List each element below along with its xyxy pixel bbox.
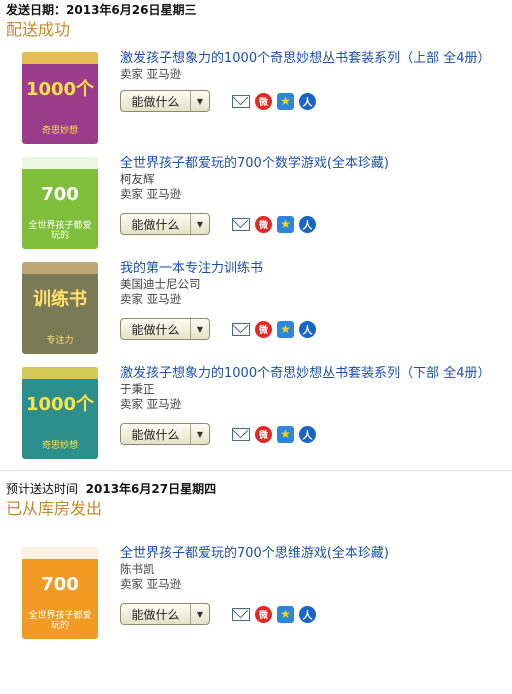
- weibo-icon[interactable]: 微: [255, 320, 272, 338]
- cover-band: [22, 262, 98, 274]
- item-author: 于秉正: [120, 382, 155, 396]
- item-seller: 卖家 亚马逊: [120, 292, 182, 306]
- item-actions: 能做什么 ▼ 微 ★ 人: [120, 318, 321, 340]
- cover-subtitle: 专注力: [46, 336, 74, 346]
- shipping-status: 已从库房发出: [6, 499, 103, 518]
- order-item: 700 全世界孩子都爱玩的 全世界孩子都爱玩的700个数学游戏(全本珍藏) 柯友辉 卖家…: [0, 151, 512, 256]
- renren-icon[interactable]: 人: [299, 92, 316, 110]
- item-author: 陈书凯: [120, 562, 155, 576]
- button-label: 能做什么: [131, 94, 180, 109]
- weibo-icon[interactable]: 微: [255, 605, 272, 623]
- item-info: 全世界孩子都爱玩的700个思维游戏(全本珍藏) 陈书凯 卖家 亚马逊: [120, 545, 508, 592]
- button-label: 能做什么: [131, 217, 180, 232]
- cover-band: [22, 52, 98, 64]
- item-info: 激发孩子想象力的1000个奇思妙想丛书套装系列（上部 全4册） 卖家 亚马逊: [120, 50, 508, 82]
- qzone-icon[interactable]: ★: [277, 215, 294, 233]
- book-cover-image[interactable]: 700 全世界孩子都爱玩的: [22, 157, 98, 249]
- mail-icon[interactable]: [232, 94, 250, 108]
- item-title-link[interactable]: 全世界孩子都爱玩的700个思维游戏(全本珍藏): [120, 545, 508, 562]
- chevron-down-icon: ▼: [196, 96, 204, 106]
- cover-band: [22, 367, 98, 379]
- order-item: 1000个 奇思妙想 激发孩子想象力的1000个奇思妙想丛书套装系列（下部 全4册）…: [0, 361, 512, 466]
- mail-icon[interactable]: [232, 217, 250, 231]
- chevron-down-icon: ▼: [196, 609, 204, 619]
- cover-subtitle: 全世界孩子都爱玩的: [28, 611, 92, 631]
- order-item: 700 全世界孩子都爱玩的 全世界孩子都爱玩的700个思维游戏(全本珍藏) 陈书凯 卖家…: [0, 541, 512, 646]
- cover-subtitle: 奇思妙想: [41, 126, 78, 136]
- cover-title: 1000个: [25, 79, 95, 100]
- cover-title: 训练书: [33, 289, 87, 310]
- renren-icon[interactable]: 人: [299, 605, 316, 623]
- order-item: 1000个 奇思妙想 激发孩子想象力的1000个奇思妙想丛书套装系列（上部 全4册）…: [0, 46, 512, 151]
- order-items-shipped: 700 全世界孩子都爱玩的 全世界孩子都爱玩的700个思维游戏(全本珍藏) 陈书凯 卖家…: [0, 541, 512, 646]
- weibo-icon[interactable]: 微: [255, 92, 272, 110]
- item-seller: 卖家 亚马逊: [120, 187, 182, 201]
- item-title-link[interactable]: 全世界孩子都爱玩的700个数学游戏(全本珍藏): [120, 155, 508, 172]
- what-can-i-do-dropdown-button[interactable]: 能做什么 ▼: [120, 603, 210, 625]
- mail-icon[interactable]: [232, 427, 250, 441]
- item-title-link[interactable]: 激发孩子想象力的1000个奇思妙想丛书套装系列（上部 全4册）: [120, 50, 508, 67]
- book-cover-image[interactable]: 1000个奇思妙想: [22, 52, 98, 144]
- cover-subtitle: 奇思妙想: [41, 441, 78, 451]
- renren-icon[interactable]: 人: [299, 425, 316, 443]
- share-icons: 微 ★ 人: [232, 92, 321, 110]
- button-label: 能做什么: [131, 322, 180, 337]
- delivery-status: 配送成功: [6, 20, 71, 39]
- cover-subtitle: 全世界孩子都爱玩的: [28, 221, 92, 241]
- item-info: 激发孩子想象力的1000个奇思妙想丛书套装系列（下部 全4册） 于秉正 卖家 亚马逊: [120, 365, 508, 412]
- item-actions: 能做什么 ▼ 微 ★ 人: [120, 213, 321, 235]
- chevron-down-icon: ▼: [196, 324, 204, 334]
- book-cover-image[interactable]: 1000个奇思妙想: [22, 367, 98, 459]
- share-icons: 微 ★ 人: [232, 425, 321, 443]
- button-label: 能做什么: [131, 427, 180, 442]
- share-icons: 微 ★ 人: [232, 605, 321, 623]
- what-can-i-do-dropdown-button[interactable]: 能做什么 ▼: [120, 318, 210, 340]
- chevron-down-icon: ▼: [196, 219, 204, 229]
- delivery-date: 发送日期：2013年6月26日星期三: [6, 3, 197, 17]
- item-author: 柯友辉: [120, 172, 155, 186]
- what-can-i-do-dropdown-button[interactable]: 能做什么 ▼: [120, 213, 210, 235]
- order-items-delivered: 1000个 奇思妙想 激发孩子想象力的1000个奇思妙想丛书套装系列（上部 全4册）…: [0, 46, 512, 466]
- mail-icon[interactable]: [232, 322, 250, 336]
- qzone-icon[interactable]: ★: [277, 320, 294, 338]
- cover-band: [22, 157, 98, 169]
- book-cover-image[interactable]: 训练书 专注力: [22, 262, 98, 354]
- qzone-icon[interactable]: ★: [277, 425, 294, 443]
- book-cover-image[interactable]: 700 全世界孩子都爱玩的: [22, 547, 98, 639]
- share-icons: 微 ★ 人: [232, 215, 321, 233]
- share-icons: 微 ★ 人: [232, 320, 321, 338]
- item-actions: 能做什么 ▼ 微 ★ 人: [120, 603, 321, 625]
- qzone-icon[interactable]: ★: [277, 92, 294, 110]
- expected-date: 预计送达时间 2013年6月27日星期四: [6, 482, 217, 496]
- weibo-icon[interactable]: 微: [255, 215, 272, 233]
- item-author: 美国迪士尼公司: [120, 277, 201, 291]
- item-title-link[interactable]: 我的第一本专注力训练书: [120, 260, 508, 277]
- section-header-delivered: 发送日期：2013年6月26日星期三 配送成功: [0, 0, 512, 40]
- weibo-icon[interactable]: 微: [255, 425, 272, 443]
- cover-title: 700: [41, 184, 79, 205]
- renren-icon[interactable]: 人: [299, 320, 316, 338]
- qzone-icon[interactable]: ★: [277, 605, 294, 623]
- what-can-i-do-dropdown-button[interactable]: 能做什么 ▼: [120, 423, 210, 445]
- item-info: 全世界孩子都爱玩的700个数学游戏(全本珍藏) 柯友辉 卖家 亚马逊: [120, 155, 508, 202]
- section-divider: [0, 470, 512, 471]
- renren-icon[interactable]: 人: [299, 215, 316, 233]
- cover-title: 700: [41, 574, 79, 595]
- mail-icon[interactable]: [232, 607, 250, 621]
- section-header-shipped: 预计送达时间 2013年6月27日星期四 已从库房发出: [0, 479, 512, 519]
- cover-title: 1000个: [25, 394, 95, 415]
- item-title-link[interactable]: 激发孩子想象力的1000个奇思妙想丛书套装系列（下部 全4册）: [120, 365, 508, 382]
- chevron-down-icon: ▼: [196, 429, 204, 439]
- item-seller: 卖家 亚马逊: [120, 67, 182, 81]
- item-info: 我的第一本专注力训练书 美国迪士尼公司 卖家 亚马逊: [120, 260, 508, 307]
- order-item: 训练书 专注力 我的第一本专注力训练书 美国迪士尼公司 卖家 亚马逊 能做什么 ▼ 微 ★ 人: [0, 256, 512, 361]
- item-seller: 卖家 亚马逊: [120, 397, 182, 411]
- item-actions: 能做什么 ▼ 微 ★ 人: [120, 90, 321, 112]
- cover-band: [22, 547, 98, 559]
- item-seller: 卖家 亚马逊: [120, 577, 182, 591]
- button-label: 能做什么: [131, 607, 180, 622]
- what-can-i-do-dropdown-button[interactable]: 能做什么 ▼: [120, 90, 210, 112]
- item-actions: 能做什么 ▼ 微 ★ 人: [120, 423, 321, 445]
